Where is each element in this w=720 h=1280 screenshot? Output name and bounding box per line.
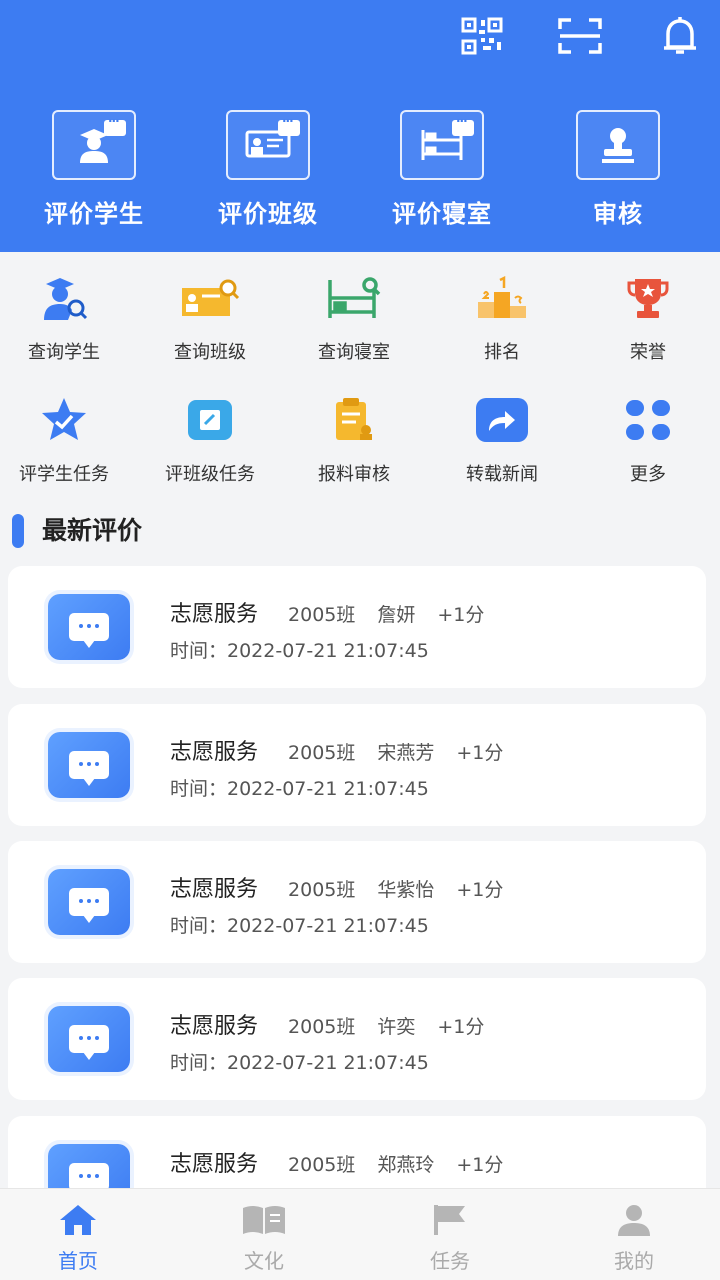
search-dorm-button[interactable]: 查询寝室 — [282, 272, 426, 364]
repost-news-button[interactable]: 转载新闻 — [430, 394, 574, 486]
evaluation-type: 志愿服务 — [170, 602, 259, 627]
section-title: 最新评价 — [42, 516, 143, 545]
book-icon — [174, 1203, 354, 1237]
evaluation-summary: 志愿服务 2005班 郑燕玲 +1分 — [170, 1146, 525, 1178]
scan-icon[interactable] — [556, 12, 604, 60]
chat-icon — [48, 869, 130, 935]
evaluation-class: 2005班 — [288, 742, 356, 764]
ranking-button[interactable]: 排名 — [430, 272, 574, 364]
evaluation-student: 詹妍 — [377, 604, 416, 626]
report-review-label: 报料审核 — [318, 464, 390, 485]
evaluation-card[interactable]: 志愿服务 2005班 华紫怡 +1分 时间：2022-07-21 21:07:45 — [8, 841, 706, 963]
search-class-icon — [138, 272, 282, 324]
evaluation-card[interactable]: 志愿服务 2005班 詹妍 +1分 时间：2022-07-21 21:07:45 — [8, 566, 706, 688]
report-review-button[interactable]: 报料审核 — [282, 394, 426, 486]
header-bar: 评价学生 评价班级 评价寝室 审核 — [0, 0, 720, 252]
evaluation-summary: 志愿服务 2005班 宋燕芳 +1分 — [170, 734, 525, 766]
evaluation-class: 2005班 — [288, 604, 356, 626]
evaluate-dorm-label: 评价寝室 — [392, 200, 492, 228]
evaluation-type: 志愿服务 — [170, 1014, 259, 1039]
evaluation-student: 郑燕玲 — [377, 1154, 435, 1176]
flag-icon — [360, 1203, 540, 1237]
chat-icon — [48, 594, 130, 660]
evaluate-student-task-button[interactable]: 评学生任务 — [0, 394, 136, 486]
report-review-icon — [282, 394, 426, 446]
evaluation-time: 时间：2022-07-21 21:07:45 — [170, 778, 429, 800]
evaluate-class-button[interactable]: 评价班级 — [198, 110, 338, 229]
more-button[interactable]: 更多 — [576, 394, 720, 486]
evaluation-time: 时间：2022-07-21 21:07:45 — [170, 640, 429, 662]
nav-culture[interactable]: 文化 — [174, 1203, 354, 1274]
evaluate-student-label: 评价学生 — [44, 200, 144, 228]
star-badge-icon — [0, 394, 136, 446]
evaluation-score: +1分 — [456, 1154, 504, 1176]
evaluation-student: 华紫怡 — [377, 879, 435, 901]
search-student-label: 查询学生 — [28, 342, 100, 363]
nav-home[interactable]: 首页 — [0, 1203, 168, 1274]
nav-culture-label: 文化 — [244, 1249, 284, 1273]
evaluate-dorm-button[interactable]: 评价寝室 — [372, 110, 512, 229]
bell-icon[interactable] — [656, 12, 704, 60]
evaluate-class-icon — [226, 110, 310, 180]
podium-icon — [430, 272, 574, 324]
search-dorm-icon — [282, 272, 426, 324]
home-icon — [0, 1203, 168, 1237]
section-accent-bar — [12, 514, 24, 548]
evaluation-time: 时间：2022-07-21 21:07:45 — [170, 915, 429, 937]
evaluate-class-task-label: 评班级任务 — [165, 464, 255, 485]
evaluation-student: 许奕 — [377, 1016, 416, 1038]
evaluation-summary: 志愿服务 2005班 华紫怡 +1分 — [170, 871, 525, 903]
honor-label: 荣誉 — [630, 342, 666, 363]
edit-task-icon — [138, 394, 282, 446]
nav-tasks[interactable]: 任务 — [360, 1203, 540, 1274]
search-student-button[interactable]: 查询学生 — [0, 272, 136, 364]
evaluation-score: +1分 — [456, 879, 504, 901]
evaluation-score: +1分 — [437, 1016, 485, 1038]
more-label: 更多 — [630, 464, 666, 485]
evaluation-type: 志愿服务 — [170, 1152, 259, 1177]
evaluation-class: 2005班 — [288, 879, 356, 901]
share-icon — [430, 394, 574, 446]
evaluation-card[interactable]: 志愿服务 2005班 许奕 +1分 时间：2022-07-21 21:07:45 — [8, 978, 706, 1100]
evaluation-time: 时间：2022-07-21 21:07:45 — [170, 1052, 429, 1074]
evaluation-student: 宋燕芳 — [377, 742, 435, 764]
evaluate-class-label: 评价班级 — [218, 200, 318, 228]
review-button[interactable]: 审核 — [548, 110, 688, 229]
evaluation-summary: 志愿服务 2005班 许奕 +1分 — [170, 1008, 506, 1040]
evaluation-summary: 志愿服务 2005班 詹妍 +1分 — [170, 596, 506, 628]
evaluation-score: +1分 — [456, 742, 504, 764]
nav-mine[interactable]: 我的 — [544, 1203, 720, 1274]
review-stamp-icon — [576, 110, 660, 180]
review-label: 审核 — [593, 200, 643, 228]
honor-button[interactable]: 荣誉 — [576, 272, 720, 364]
evaluation-type: 志愿服务 — [170, 740, 259, 765]
evaluation-score: +1分 — [437, 604, 485, 626]
ranking-label: 排名 — [484, 342, 520, 363]
evaluation-class: 2005班 — [288, 1154, 356, 1176]
repost-news-label: 转载新闻 — [466, 464, 538, 485]
search-class-label: 查询班级 — [174, 342, 246, 363]
evaluation-card[interactable]: 志愿服务 2005班 宋燕芳 +1分 时间：2022-07-21 21:07:45 — [8, 704, 706, 826]
evaluate-student-button[interactable]: 评价学生 — [24, 110, 164, 229]
user-icon — [544, 1203, 720, 1237]
search-class-button[interactable]: 查询班级 — [138, 272, 282, 364]
trophy-icon — [576, 272, 720, 324]
grid-more-icon — [576, 394, 720, 446]
nav-mine-label: 我的 — [614, 1249, 654, 1273]
nav-tasks-label: 任务 — [430, 1249, 470, 1273]
evaluate-dorm-icon — [400, 110, 484, 180]
chat-icon — [48, 732, 130, 798]
bottom-nav: 首页 文化 任务 我的 — [0, 1188, 720, 1280]
search-student-icon — [0, 272, 136, 324]
qrcode-icon[interactable] — [458, 12, 506, 60]
evaluate-student-icon — [52, 110, 136, 180]
evaluate-class-task-button[interactable]: 评班级任务 — [138, 394, 282, 486]
evaluation-class: 2005班 — [288, 1016, 356, 1038]
nav-home-label: 首页 — [58, 1249, 98, 1273]
evaluation-type: 志愿服务 — [170, 877, 259, 902]
chat-icon — [48, 1006, 130, 1072]
search-dorm-label: 查询寝室 — [318, 342, 390, 363]
evaluate-student-task-label: 评学生任务 — [19, 464, 109, 485]
